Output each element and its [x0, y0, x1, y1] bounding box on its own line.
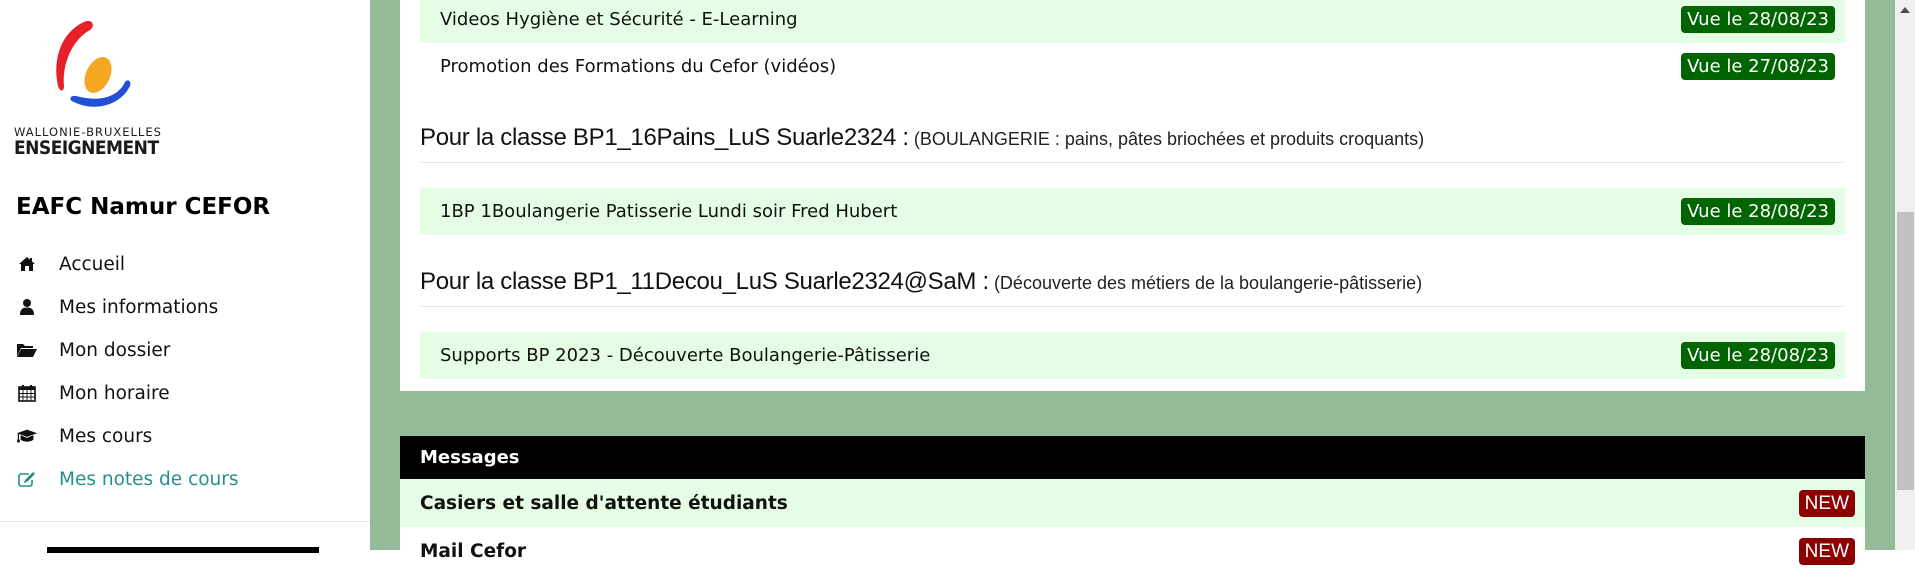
logo-mark-icon [56, 20, 131, 107]
sidebar-item-mes-cours[interactable]: Mes cours [0, 416, 370, 456]
new-badge: NEW [1798, 537, 1855, 565]
sidebar-item-mes-informations[interactable]: Mes informations [0, 287, 370, 327]
message-title[interactable]: Casiers et salle d'attente étudiants [420, 493, 788, 514]
sidebar-item-label: Mes informations [59, 296, 219, 318]
sidebar-item-label: Mes notes de cours [59, 468, 239, 490]
seen-badge: Vue le 28/08/23 [1681, 6, 1835, 33]
class-heading: Pour la classe BP1_16Pains_LuS Suarle232… [420, 124, 1845, 163]
logo-line2: ENSEIGNEMENT [14, 137, 159, 159]
folder-open-icon [16, 340, 38, 360]
scroll-up-arrow-icon[interactable] [1895, 0, 1915, 20]
sidebar-item-label: Accueil [59, 253, 126, 275]
class-heading-subtitle: (BOULANGERIE : pains, pâtes briochées et… [913, 129, 1425, 149]
sidebar: WALLONIE-BRUXELLES ENSEIGNEMENT EAFC Nam… [0, 0, 370, 553]
course-item-title[interactable]: Promotion des Formations du Cefor (vidéo… [440, 56, 836, 77]
message-item[interactable]: Mail Cefor NEW [400, 527, 1865, 575]
scrollbar-thumb[interactable] [1897, 212, 1914, 490]
class-heading-title: Pour la classe BP1_16Pains_LuS Suarle232… [420, 124, 909, 151]
sidebar-item-label: Mon horaire [59, 382, 170, 404]
sidebar-item-accueil[interactable]: Accueil [0, 244, 370, 284]
sidebar-bottom-bar [47, 547, 319, 553]
course-item[interactable]: Promotion des Formations du Cefor (vidéo… [420, 43, 1845, 90]
message-title[interactable]: Mail Cefor [420, 541, 526, 562]
sidebar-item-mes-notes-de-cours[interactable]: Mes notes de cours [0, 459, 370, 499]
seen-badge: Vue le 27/08/23 [1681, 53, 1835, 80]
user-icon [16, 297, 38, 317]
seen-badge: Vue le 28/08/23 [1681, 198, 1835, 225]
messages-panel: Messages Casiers et salle d'attente étud… [400, 436, 1865, 575]
main-content: Videos Hygiène et Sécurité - E-Learning … [370, 0, 1895, 575]
page-scrollbar[interactable] [1895, 0, 1915, 550]
messages-header: Messages [400, 436, 1865, 479]
graduation-cap-icon [16, 426, 38, 446]
course-item[interactable]: Videos Hygiène et Sécurité - E-Learning … [420, 0, 1845, 43]
sidebar-item-mon-horaire[interactable]: Mon horaire [0, 373, 370, 413]
edit-icon [16, 469, 38, 489]
course-item[interactable]: 1BP 1Boulangerie Patisserie Lundi soir F… [420, 188, 1845, 235]
course-item-title[interactable]: Videos Hygiène et Sécurité - E-Learning [440, 9, 798, 30]
course-item[interactable]: Supports BP 2023 - Découverte Boulangeri… [420, 332, 1845, 379]
sidebar-item-mon-dossier[interactable]: Mon dossier [0, 330, 370, 370]
course-notes-card: Videos Hygiène et Sécurité - E-Learning … [400, 0, 1865, 391]
course-item-title[interactable]: 1BP 1Boulangerie Patisserie Lundi soir F… [440, 201, 897, 222]
class-heading-subtitle: (Découverte des métiers de la boulangeri… [993, 273, 1423, 293]
class-heading-title: Pour la classe BP1_11Decou_LuS Suarle232… [420, 268, 989, 295]
course-item-title[interactable]: Supports BP 2023 - Découverte Boulangeri… [440, 345, 930, 366]
sidebar-item-label: Mes cours [59, 425, 153, 447]
seen-badge: Vue le 28/08/23 [1681, 342, 1835, 369]
new-badge: NEW [1798, 489, 1855, 517]
home-icon [16, 254, 38, 274]
message-item[interactable]: Casiers et salle d'attente étudiants NEW [400, 479, 1865, 527]
sidebar-item-label: Mon dossier [59, 339, 171, 361]
sidebar-divider [0, 521, 370, 522]
class-heading: Pour la classe BP1_11Decou_LuS Suarle232… [420, 268, 1845, 307]
wbe-logo[interactable]: WALLONIE-BRUXELLES ENSEIGNEMENT [14, 18, 174, 160]
calendar-icon [16, 383, 38, 403]
school-name: EAFC Namur CEFOR [16, 194, 271, 220]
